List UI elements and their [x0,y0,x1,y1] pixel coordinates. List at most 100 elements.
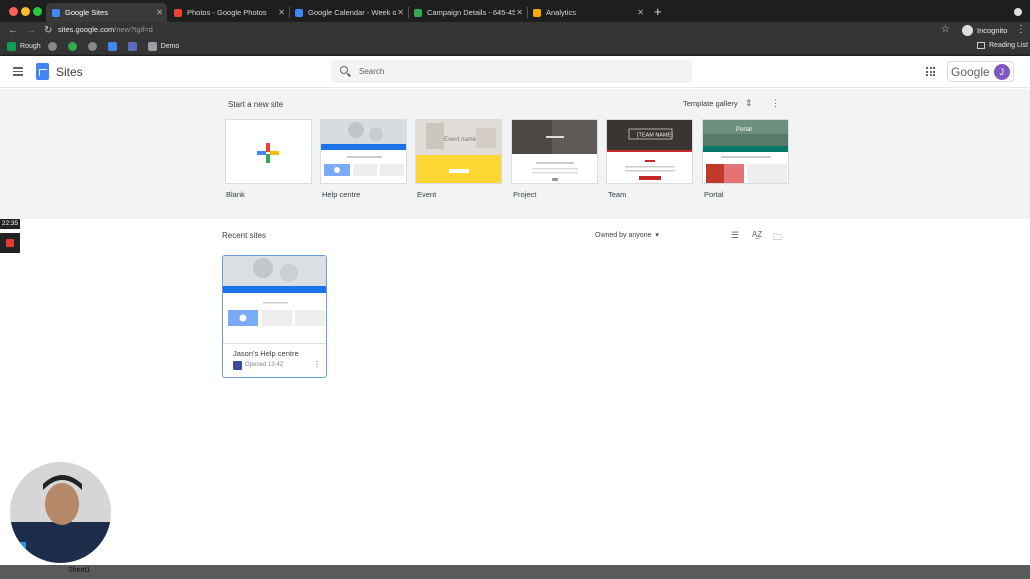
google-wordmark: Google [951,64,990,79]
app-header: Sites Search Google J [0,56,1030,88]
portal-overlay: Portal [736,127,752,133]
search-input[interactable]: Search [331,60,692,83]
bookmark-star-icon[interactable]: ☆ [941,24,950,35]
project-thumbnail [512,120,597,181]
google-photos-icon [174,8,182,17]
address-toolbar: ← → ↻ sites.google.com/new?tgif=d ☆ Inco… [0,22,1030,39]
template-label: Project [513,190,537,199]
zoom-window-button[interactable] [33,7,42,16]
gallery-more-icon[interactable]: ⋮ [771,98,780,109]
tab-google-photos[interactable]: Photos - Google Photos ✕ [168,3,289,22]
team-thumbnail: [TEAM NAME] [607,120,692,180]
template-label: Event [417,190,437,199]
presenter-image [10,462,111,563]
webcam-overlay [10,462,111,563]
tab-google-sites[interactable]: Google Sites ✕ [46,3,167,22]
incognito-profile-button[interactable]: Incognito [962,25,1007,36]
tab-analytics[interactable]: Analytics ✕ [527,3,648,22]
url-field[interactable]: sites.google.com/new?tgif=d [58,25,153,34]
forward-icon[interactable]: → [26,25,36,36]
bookmark-google[interactable] [47,42,61,51]
template-label: Portal [704,190,724,199]
dropdown-arrow-icon: ▾ [653,232,659,239]
event-thumbnail: Event name [416,120,501,183]
template-label: Blank [226,190,245,199]
screen: Google Sites ✕ Photos - Google Photos ✕ … [0,0,1030,579]
event-name-overlay: Event name [444,137,477,143]
browser-menu-icon[interactable]: ⋮ [1016,24,1026,35]
reading-list-icon [977,42,985,49]
template-blank[interactable] [225,119,312,184]
incognito-icon [962,25,973,36]
reading-list-button[interactable]: Reading List [977,42,1028,49]
google-sites-icon [52,8,60,17]
bottom-bar: Sheet1 [0,565,1030,579]
close-tab-icon[interactable]: ✕ [156,8,163,17]
search-icon [340,66,348,74]
close-tab-icon[interactable]: ✕ [397,8,404,17]
close-tab-icon[interactable]: ✕ [637,8,644,17]
sites-file-icon [233,361,242,370]
reload-icon[interactable]: ↻ [44,25,54,36]
team-name-overlay: [TEAM NAME] [637,133,673,139]
portal-thumbnail: Portal [703,120,788,183]
sites-logo-icon[interactable] [36,63,49,80]
bookmark-google-2[interactable] [87,42,101,51]
close-tab-icon[interactable]: ✕ [516,8,523,17]
recording-indicator-icon [1014,8,1022,16]
template-help-centre[interactable] [320,119,407,184]
template-team[interactable]: [TEAM NAME] [606,119,693,184]
main-menu-icon[interactable] [13,67,23,78]
folder-icon[interactable]: 🗀 [773,230,782,246]
site-more-icon[interactable]: ⋮ [313,360,321,369]
stop-recording-button[interactable] [0,233,20,253]
google-calendar-icon [295,8,303,17]
tab-campaign-details[interactable]: Campaign Details - 645-453-… ✕ [408,3,527,22]
bookmark-demo[interactable]: Demo [147,42,179,51]
avatar[interactable]: J [993,63,1010,80]
sheet-tab[interactable]: Sheet1 [68,567,90,574]
google-icon [87,42,97,51]
template-event[interactable]: Event name [415,119,502,184]
template-portal[interactable]: Portal [702,119,789,184]
sort-az-icon[interactable]: A͢Z [752,230,762,239]
bookmarks-bar: Rough Demo Reading List [0,39,1030,55]
minimize-window-button[interactable] [21,7,30,16]
expand-collapse-icon[interactable]: ⇕ [745,98,753,109]
recording-timer: 22:35 [0,219,20,229]
google-account-box[interactable]: Google J [947,61,1014,82]
start-new-site-heading: Start a new site [228,100,284,109]
bookmark-sites[interactable] [127,42,141,51]
close-window-button[interactable] [9,7,18,16]
template-project[interactable] [511,119,598,184]
close-tab-icon[interactable]: ✕ [278,8,285,17]
back-icon[interactable]: ← [8,25,18,36]
bookmark-rough[interactable]: Rough [7,42,41,51]
analytics-icon [533,8,541,17]
help-centre-thumbnail [321,120,406,176]
bookmark-docs[interactable] [107,42,121,51]
list-view-icon[interactable]: ☰ [731,230,739,241]
template-label: Help centre [322,190,361,199]
recent-sites-heading: Recent sites [222,231,267,240]
template-gallery: Start a new site Template gallery ⇕ ⋮ Bl… [0,89,1030,219]
site-opened-time: Opened 13:42 [245,362,284,368]
new-tab-button[interactable]: + [654,5,662,18]
bookmark-green[interactable] [67,42,81,51]
sites-page: Sites Search Google J Start a new site T… [0,56,1030,565]
sites-icon [127,42,137,51]
site-card[interactable]: Jason's Help centre Opened 13:42 ⋮ [222,255,327,378]
owner-filter-dropdown[interactable]: Owned by anyone ▾ [595,231,659,239]
app-icon [67,42,77,51]
google-ads-icon [414,8,422,17]
sheets-icon [7,42,16,51]
folder-icon [147,42,157,51]
template-gallery-button[interactable]: Template gallery [683,99,738,108]
template-label: Team [608,190,627,199]
google-icon [47,42,57,51]
site-thumbnail [223,256,326,344]
google-apps-icon[interactable] [926,67,935,76]
browser-tab-bar: Google Sites ✕ Photos - Google Photos ✕ … [0,0,1030,24]
stop-icon [6,239,14,247]
tab-google-calendar[interactable]: Google Calendar - Week of 2… ✕ [289,3,408,22]
